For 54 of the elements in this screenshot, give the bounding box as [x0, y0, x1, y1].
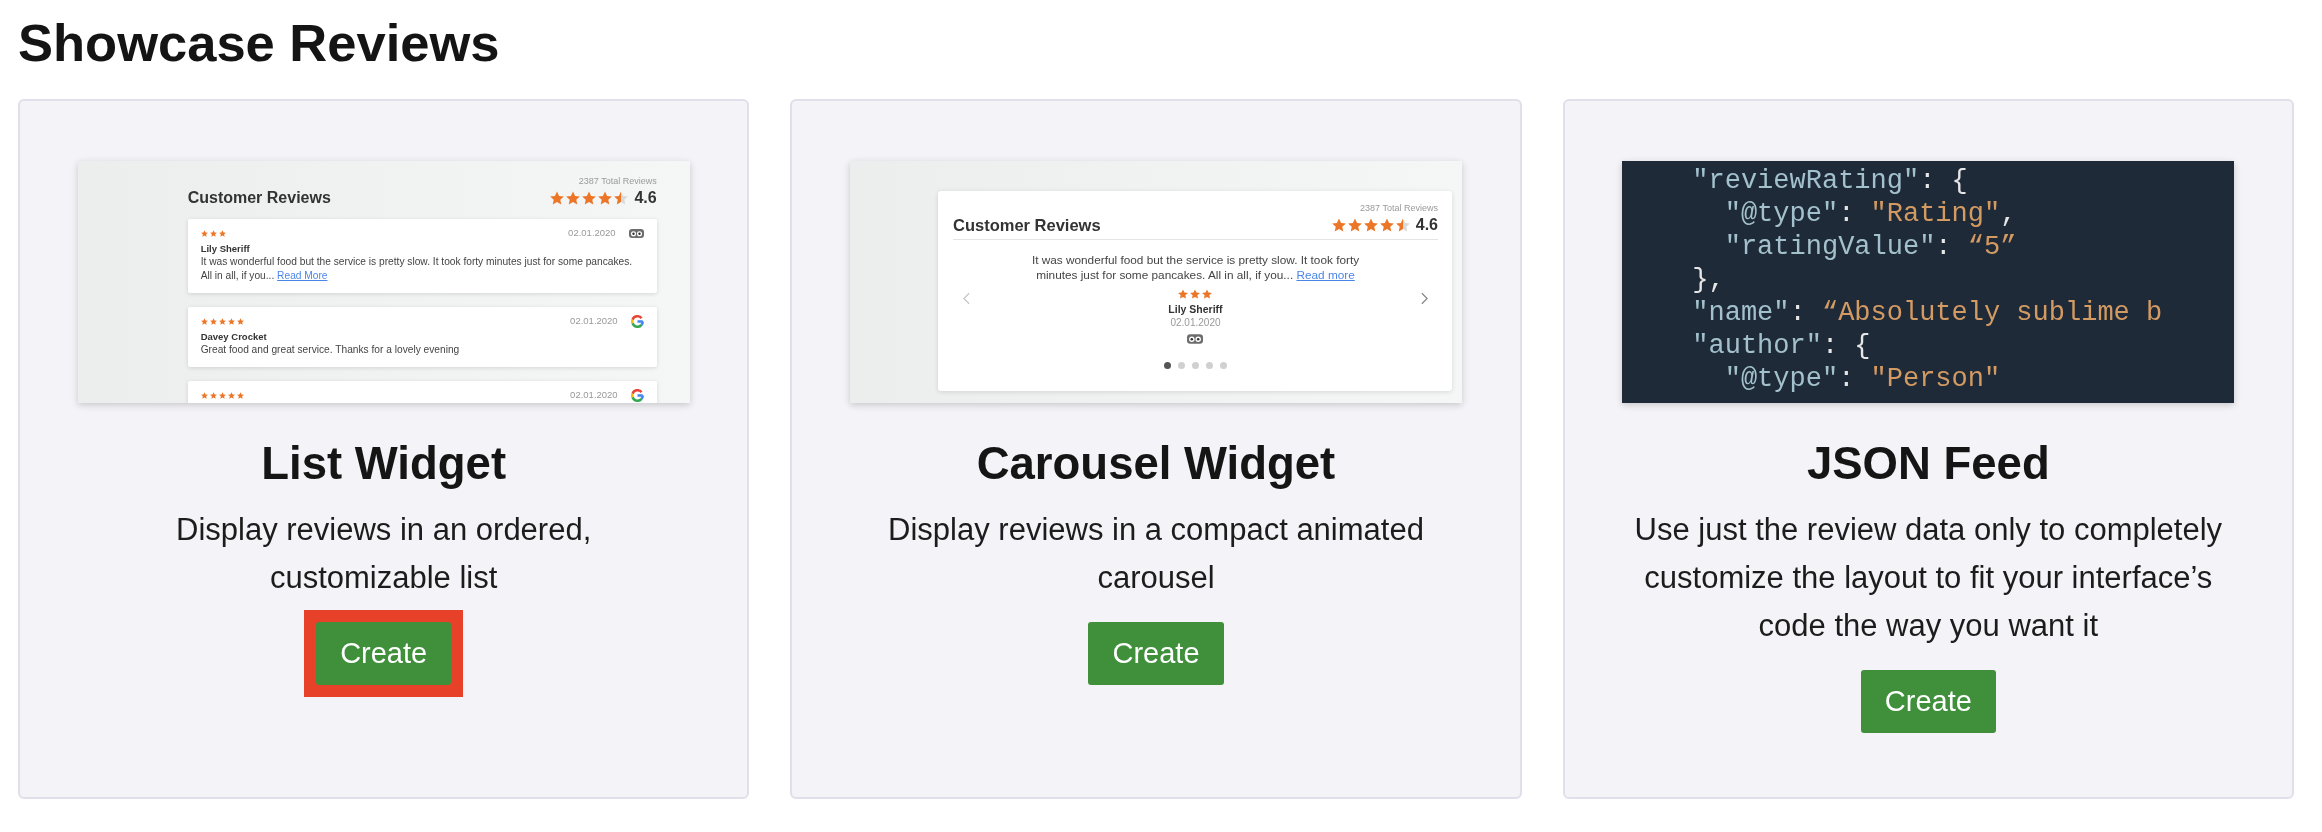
- star-icon: [566, 191, 581, 205]
- code-line: "reviewRating": {: [1692, 165, 1968, 198]
- g-logo-icon: [630, 314, 644, 328]
- create-button[interactable]: Create: [316, 622, 452, 685]
- star-icon: [1178, 289, 1189, 299]
- star-icon: [582, 191, 597, 205]
- code-line: "@type": "Person": [1723, 363, 2001, 396]
- rating-score: 4.6: [634, 189, 657, 207]
- owl-icon: [1187, 334, 1204, 344]
- code-line: "name": “Absolutely sublime b: [1692, 297, 2163, 330]
- reviewer-name: Lily Sheriff: [1168, 302, 1223, 316]
- owl-icon: [628, 228, 644, 238]
- card-title: Carousel Widget: [976, 437, 1336, 490]
- star-icon: [550, 191, 565, 205]
- star-icon: [598, 191, 613, 205]
- star-icon: [1202, 289, 1213, 299]
- star-icon: [614, 191, 629, 205]
- reviewer-name: Davey Crocket: [200, 331, 268, 343]
- code-line: },: [1692, 264, 1725, 297]
- code-line: "author": {: [1692, 330, 1871, 363]
- code-line: "@type": "Rating",: [1723, 198, 2017, 231]
- read-more-link[interactable]: Read more: [1296, 268, 1355, 282]
- g-logo-icon: [630, 388, 644, 402]
- card-description: Display reviews in a compact animated carousel: [887, 511, 1425, 597]
- chevron-left-icon: [963, 292, 970, 305]
- review-text: It was wonderful food but the service is pretty slow. It took forty minutes just for some pancakes. All in all, if you... Read more: [1030, 253, 1361, 283]
- review-date: 02.01.2020: [570, 390, 618, 400]
- review-text: It was wonderful food but the service is pretty slow. It took forty minutes just for some pancakes. All in all, if you... Read More: [200, 255, 634, 283]
- star-icon: [1395, 218, 1410, 232]
- total-reviews-count: 2387 Total Reviews: [1359, 203, 1438, 214]
- reviewer-name: Lily Sheriff: [200, 243, 251, 255]
- card-description: Use just the review data only to completely customize the layout to fit your interface’s code the way you want it: [1633, 511, 2224, 645]
- code-line: "ratingValue": “5”: [1723, 231, 2017, 264]
- card-title: JSON Feed: [1806, 437, 2050, 490]
- star-icon: [1347, 218, 1362, 232]
- rating-score: 4.6: [1415, 216, 1438, 234]
- star-icon: [1190, 289, 1201, 299]
- create-button[interactable]: Create: [1088, 622, 1224, 685]
- star-icon: [1379, 218, 1394, 232]
- card-title: List Widget: [261, 437, 507, 490]
- review-date: 02.01.2020: [1170, 316, 1221, 330]
- star-icon: [1363, 218, 1378, 232]
- review-date: 02.01.2020: [570, 316, 618, 326]
- review-date: 02.01.2020: [568, 228, 616, 238]
- total-reviews-count: 2387 Total Reviews: [577, 176, 657, 187]
- widget-heading: Customer Reviews: [187, 189, 331, 207]
- card-description: Display reviews in an ordered, customizable list: [175, 511, 593, 597]
- widget-heading: Customer Reviews: [953, 216, 1101, 234]
- star-icon: [1331, 218, 1346, 232]
- section-title: Showcase Reviews: [18, 12, 500, 74]
- review-text: Great food and great service. Thanks for a lovely evening: [200, 343, 461, 357]
- read-more-link[interactable]: Read More: [277, 270, 328, 281]
- chevron-right-icon: [1421, 292, 1428, 305]
- create-button[interactable]: Create: [1860, 670, 1996, 733]
